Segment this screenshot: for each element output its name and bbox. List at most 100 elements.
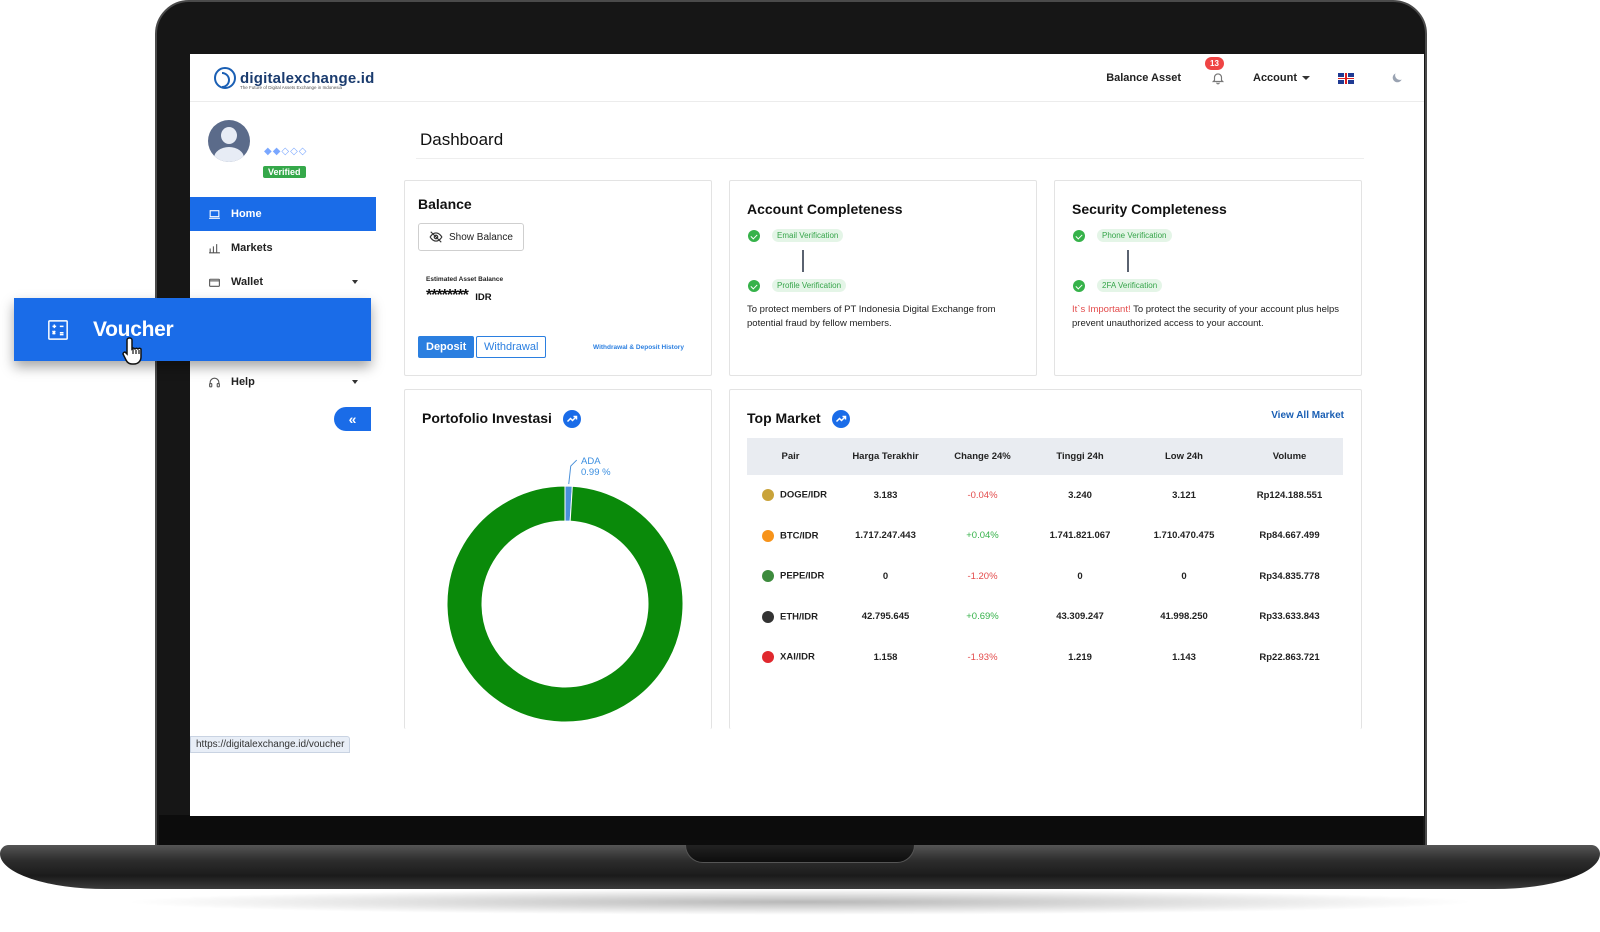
show-balance-label: Show Balance (449, 231, 513, 243)
laptop-bezel (159, 815, 1423, 845)
security-completeness-title: Security Completeness (1072, 201, 1227, 217)
chevron-down-icon (352, 380, 358, 384)
top-market-table: Pair Harga Terakhir Change 24% Tinggi 24… (747, 438, 1343, 678)
logo-icon (214, 67, 236, 89)
chevron-down-icon (1302, 76, 1310, 81)
price-cell: 0 (882, 570, 889, 582)
column-header[interactable]: Volume (1236, 438, 1343, 475)
account-completeness-title: Account Completeness (747, 201, 903, 217)
profile-verification-status: Profile Verification (772, 279, 847, 292)
logo-text: digitalexchange.id (240, 69, 375, 87)
high-cell: 3.240 (1068, 489, 1092, 501)
account-completeness-description: To protect members of PT Indonesia Digit… (747, 304, 996, 329)
balance-currency: IDR (475, 292, 492, 303)
sidebar-item-voucher[interactable]: Voucher (14, 298, 371, 361)
pepe-icon (762, 570, 774, 583)
volume-cell: Rp22.863.721 (1259, 651, 1320, 663)
table-header-row: Pair Harga Terakhir Change 24% Tinggi 24… (747, 438, 1343, 475)
bell-icon (1211, 73, 1225, 85)
screen: digitalexchange.id The Future of Digital… (190, 54, 1424, 816)
low-cell: 1.143 (1172, 651, 1196, 663)
table-row[interactable]: PEPE/IDR 0 -1.20% 0 0 Rp34.835.778 (747, 556, 1343, 597)
balance-card: Balance Show Balance Estimated Asset Bal… (404, 180, 712, 376)
sidebar-item-label: Help (231, 376, 255, 388)
pair-cell: PEPE/IDR (747, 556, 834, 597)
chevron-down-icon (352, 280, 358, 284)
deposit-button[interactable]: Deposit (418, 336, 475, 358)
sidebar-item-label: Markets (231, 242, 273, 254)
security-completeness-description: It`s Important! To protect the security … (1072, 303, 1352, 331)
pair-label: DOGE/IDR (780, 489, 827, 501)
moon-icon[interactable] (1390, 71, 1404, 85)
change-cell: +0.04% (966, 530, 999, 542)
low-cell: 3.121 (1172, 489, 1196, 501)
sidebar-item-markets[interactable]: Markets (190, 231, 376, 265)
portfolio-donut-chart (446, 459, 684, 723)
portfolio-card: Portofolio Investasi ADA 0.99 % (404, 389, 712, 729)
wallet-icon (209, 278, 220, 287)
top-market-title: Top Market (747, 410, 850, 429)
top-market-card: Top Market View All Market Pair Harga Te… (729, 389, 1362, 729)
column-header[interactable]: Low 24h (1132, 438, 1236, 475)
low-cell: 0 (1181, 570, 1187, 582)
donut-label-percent: 0.99 % (581, 467, 611, 478)
status-url: https://digitalexchange.id/voucher (190, 736, 351, 753)
account-completeness-card: Account Completeness Email Verification … (729, 180, 1037, 376)
sidebar-item-help[interactable]: Help (190, 365, 376, 399)
trending-up-icon (831, 410, 850, 429)
volume-cell: Rp124.188.551 (1256, 489, 1323, 501)
view-all-market-link[interactable]: View All Market (1271, 410, 1344, 421)
volume-cell: Rp34.835.778 (1259, 570, 1320, 582)
sidebar-item-wallet[interactable]: Wallet (190, 265, 376, 299)
low-cell: 41.998.250 (1160, 611, 1208, 623)
portfolio-title-text: Portofolio Investasi (422, 410, 552, 426)
column-header[interactable]: Change 24% (937, 438, 1028, 475)
column-header[interactable]: Tinggi 24h (1028, 438, 1132, 475)
title-divider (416, 158, 1364, 159)
laptop-shadow (120, 889, 1480, 915)
check-icon (748, 280, 760, 292)
collapse-sidebar-button[interactable]: « (334, 407, 371, 431)
column-header[interactable]: Harga Terakhir (834, 438, 937, 475)
balance-asset-link[interactable]: Balance Asset (1106, 72, 1181, 84)
show-balance-button[interactable]: Show Balance (418, 223, 524, 251)
volume-cell: Rp84.667.499 (1259, 530, 1320, 542)
change-cell: +0.69% (966, 611, 999, 623)
avatar[interactable] (208, 120, 250, 162)
sidebar: ◆◆◇◇◇ Verified Home Markets Wallet Help (190, 102, 376, 816)
table-row[interactable]: ETH/IDR 42.795.645 +0.69% 43.309.247 41.998.… (747, 597, 1343, 638)
donut-slice-other[interactable] (446, 485, 684, 723)
change-cell: -0.04% (967, 489, 998, 501)
estimated-balance-label: Estimated Asset Balance (426, 276, 504, 283)
withdrawal-button[interactable]: Withdrawal (476, 336, 547, 358)
high-cell: 1.741.821.067 (1049, 530, 1111, 542)
sidebar-item-home[interactable]: Home (190, 197, 376, 231)
2fa-verification-status: 2FA Verification (1097, 279, 1163, 292)
low-cell: 1.710.470.475 (1153, 530, 1215, 542)
portfolio-title: Portofolio Investasi (422, 410, 581, 429)
check-icon (748, 230, 760, 242)
notification-button[interactable]: 13 (1205, 57, 1225, 85)
pair-cell: DOGE/IDR (747, 475, 834, 516)
pair-label: XAI/IDR (780, 651, 815, 663)
uk-flag-icon[interactable] (1338, 72, 1354, 84)
trending-up-icon (562, 410, 581, 429)
logo-subtitle: The Future of Digital Assets Exchange in… (240, 85, 343, 90)
pair-label: PEPE/IDR (780, 570, 825, 582)
volume-cell: Rp33.633.843 (1259, 611, 1320, 623)
history-link[interactable]: Withdrawal & Deposit History (593, 344, 684, 351)
laptop-notch (685, 845, 915, 863)
pair-label: ETH/IDR (780, 611, 818, 623)
balance-title: Balance (418, 196, 472, 212)
sidebar-item-label: Wallet (231, 276, 263, 288)
table-row[interactable]: BTC/IDR 1.717.247.443 +0.04% 1.741.821.067 1… (747, 516, 1343, 557)
check-icon (1073, 230, 1085, 242)
logo[interactable]: digitalexchange.id The Future of Digital… (214, 67, 375, 90)
table-row[interactable]: XAI/IDR 1.158 -1.93% 1.219 1.143 Rp22.863.721 (747, 637, 1343, 678)
calculator-icon (48, 319, 68, 340)
column-header[interactable]: Pair (747, 438, 834, 475)
table-row[interactable]: DOGE/IDR 3.183 -0.04% 3.240 3.121 Rp124.188.5… (747, 475, 1343, 516)
top-navbar: digitalexchange.id The Future of Digital… (190, 54, 1424, 102)
account-menu[interactable]: Account (1253, 72, 1310, 84)
high-cell: 1.219 (1068, 651, 1092, 663)
